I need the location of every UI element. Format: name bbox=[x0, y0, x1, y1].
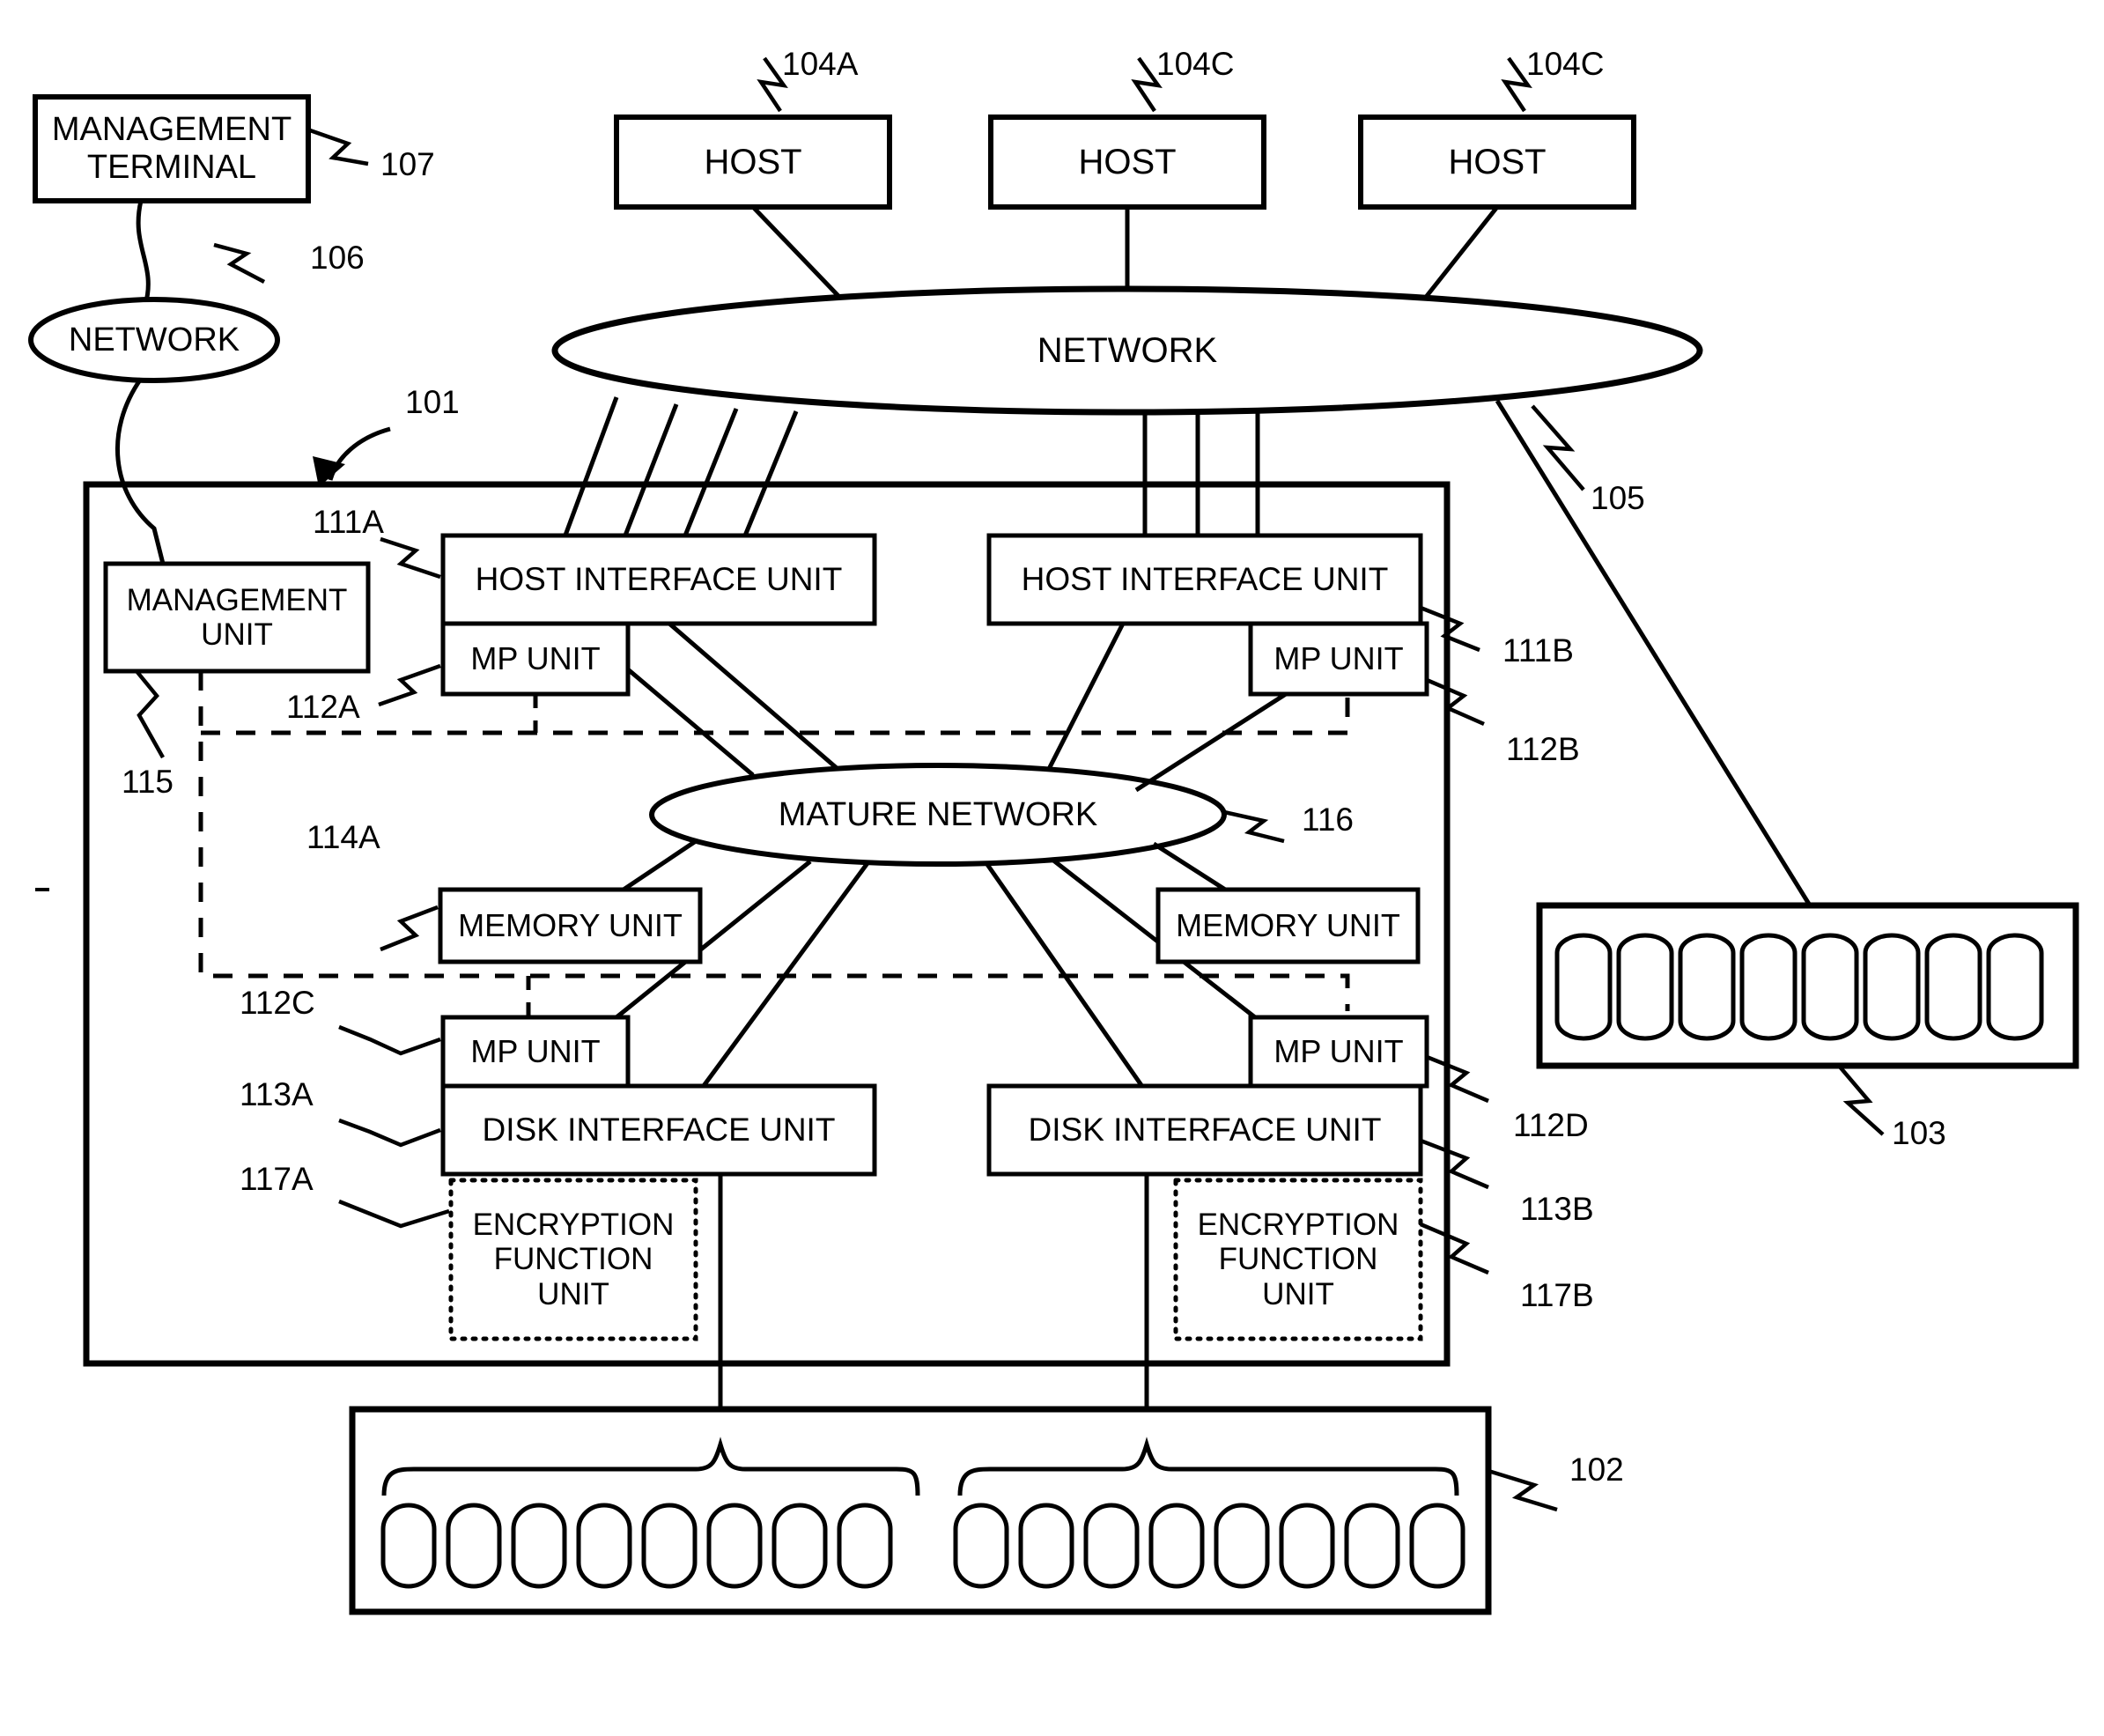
encryption-A-line3: UNIT bbox=[537, 1276, 609, 1311]
mp-unit-C-label: MP UNIT bbox=[470, 1032, 601, 1069]
leader-117A bbox=[338, 1199, 450, 1229]
leader-104C-1 bbox=[1131, 56, 1163, 113]
ref-116: 116 bbox=[1302, 802, 1354, 838]
link-net105-hiuA-4 bbox=[741, 410, 799, 541]
mature-network-label: MATURE NETWORK bbox=[778, 795, 1098, 833]
link-maturenet-hiuA bbox=[668, 622, 838, 770]
leader-114A bbox=[380, 905, 439, 952]
encryption-function-unit-A-label: ENCRYPTION FUNCTION UNIT bbox=[451, 1180, 696, 1339]
mp-unit-D-label: MP UNIT bbox=[1273, 1032, 1404, 1069]
leader-117B bbox=[1420, 1222, 1489, 1275]
ref-113A: 113A bbox=[240, 1076, 314, 1112]
ref-111B: 111B bbox=[1502, 632, 1574, 669]
encryption-B-line1: ENCRYPTION bbox=[1197, 1208, 1399, 1243]
memory-unit-A-label: MEMORY UNIT bbox=[458, 906, 683, 943]
leader-107 bbox=[309, 128, 369, 166]
management-unit-line1: MANAGEMENT bbox=[126, 582, 348, 617]
leader-112C bbox=[338, 1024, 441, 1056]
leader-111A bbox=[380, 536, 441, 580]
ref-114A: 114A bbox=[306, 819, 380, 855]
link-net105-hiuA-3 bbox=[681, 408, 739, 541]
link-net105-hiuA-1 bbox=[561, 396, 619, 541]
link-net105-hiuA-2 bbox=[621, 403, 679, 541]
link-maturenet-mpA bbox=[626, 668, 755, 777]
encryption-function-unit-B-label: ENCRYPTION FUNCTION UNIT bbox=[1176, 1180, 1421, 1339]
management-terminal-line2: TERMINAL bbox=[86, 149, 257, 186]
leader-113B bbox=[1420, 1138, 1489, 1190]
leader-102 bbox=[1488, 1468, 1558, 1512]
network-106-label: NETWORK bbox=[68, 321, 240, 358]
ref-104C-1: 104C bbox=[1156, 46, 1235, 82]
link-network106-to-management-unit bbox=[115, 377, 166, 565]
link-maturenet-diuB bbox=[984, 861, 1152, 1098]
ref-107: 107 bbox=[380, 146, 435, 182]
network-105-label: NETWORK bbox=[1037, 330, 1218, 370]
ref-103: 103 bbox=[1892, 1115, 1946, 1151]
leader-104C-2 bbox=[1501, 56, 1532, 113]
host-3-label: HOST bbox=[1448, 142, 1547, 181]
ref-102: 102 bbox=[1569, 1452, 1624, 1488]
leader-arrow-101 bbox=[328, 426, 391, 481]
ref-101: 101 bbox=[405, 384, 460, 420]
ref-117A: 117A bbox=[240, 1161, 314, 1197]
encryption-B-line3: UNIT bbox=[1262, 1276, 1334, 1311]
leader-112B bbox=[1426, 677, 1485, 727]
ref-105: 105 bbox=[1591, 480, 1645, 516]
mp-unit-B-label: MP UNIT bbox=[1273, 639, 1404, 676]
ref-104A: 104A bbox=[782, 46, 859, 82]
disk-interface-unit-A-label: DISK INTERFACE UNIT bbox=[482, 1112, 836, 1149]
link-maturenet-hiuB bbox=[1045, 622, 1126, 772]
leader-105 bbox=[1531, 404, 1585, 491]
ref-112B: 112B bbox=[1506, 731, 1580, 767]
link-terminal-to-network106 bbox=[136, 200, 151, 306]
host-interface-unit-A-label: HOST INTERFACE UNIT bbox=[475, 561, 843, 598]
leader-113A bbox=[338, 1118, 441, 1148]
ref-115: 115 bbox=[122, 764, 173, 800]
ref-117B: 117B bbox=[1520, 1277, 1594, 1313]
encryption-B-line2: FUNCTION bbox=[1218, 1242, 1378, 1277]
leader-112D bbox=[1426, 1054, 1489, 1104]
leader-106 bbox=[213, 242, 266, 284]
ref-111A: 111A bbox=[313, 504, 384, 540]
management-terminal-line1: MANAGEMENT bbox=[51, 111, 292, 149]
host-1-label: HOST bbox=[704, 142, 802, 181]
link-maturenet-diuA bbox=[693, 861, 870, 1098]
leader-116 bbox=[1223, 809, 1285, 844]
link-maturenet-mpB bbox=[1134, 691, 1288, 793]
leader-115 bbox=[135, 669, 165, 759]
ref-112A: 112A bbox=[286, 689, 360, 725]
disk-interface-unit-B-label: DISK INTERFACE UNIT bbox=[1028, 1112, 1382, 1149]
ref-112D: 112D bbox=[1513, 1107, 1589, 1143]
management-unit-line2: UNIT bbox=[201, 617, 273, 652]
ref-112C: 112C bbox=[240, 985, 315, 1021]
leader-103 bbox=[1837, 1064, 1885, 1136]
management-terminal-label: MANAGEMENT TERMINAL bbox=[35, 97, 308, 201]
management-unit-label: MANAGEMENT UNIT bbox=[106, 564, 368, 671]
encryption-A-line2: FUNCTION bbox=[493, 1242, 653, 1277]
leader-112A bbox=[378, 663, 441, 707]
ref-113B: 113B bbox=[1520, 1191, 1594, 1227]
leader-104A bbox=[757, 56, 788, 113]
ref-104C-2: 104C bbox=[1526, 46, 1605, 82]
patent-figure-canvas: MANAGEMENT TERMINAL 107 NETWORK 106 HOST… bbox=[0, 0, 2104, 1736]
host-interface-unit-B-label: HOST INTERFACE UNIT bbox=[1021, 561, 1389, 598]
encryption-A-line1: ENCRYPTION bbox=[472, 1208, 675, 1243]
host-2-label: HOST bbox=[1078, 142, 1177, 181]
mp-unit-A-label: MP UNIT bbox=[470, 639, 601, 676]
memory-unit-B-label: MEMORY UNIT bbox=[1176, 906, 1400, 943]
ref-106: 106 bbox=[310, 240, 365, 276]
